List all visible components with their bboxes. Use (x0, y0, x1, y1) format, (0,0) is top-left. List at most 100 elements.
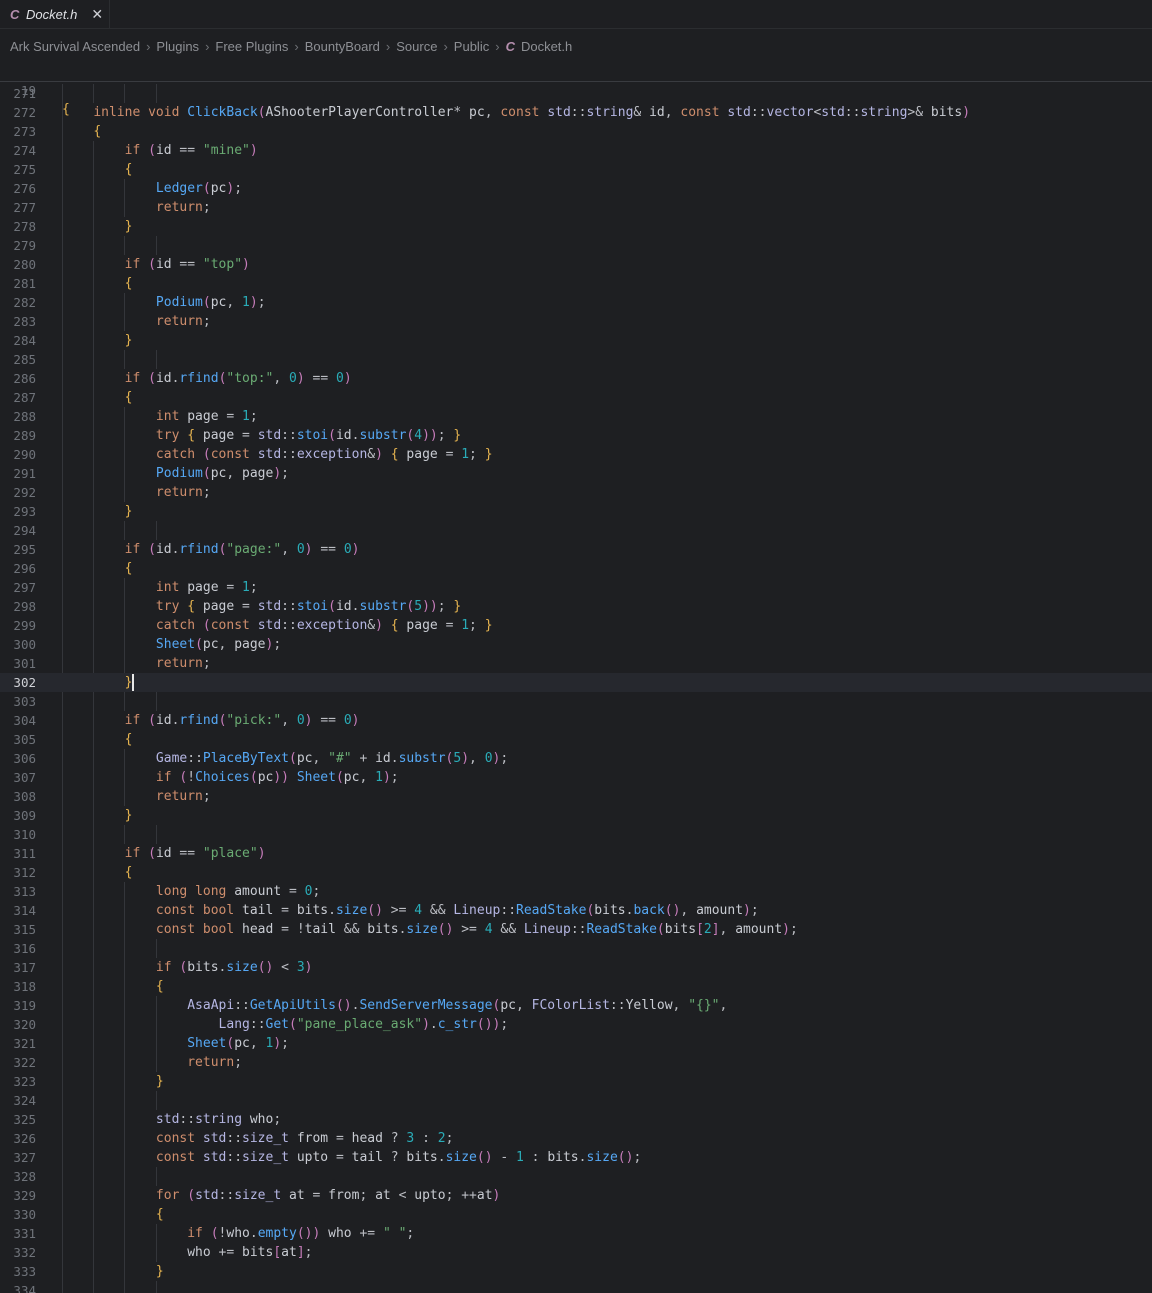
code-line[interactable]: 282 Podium(pc, 1); (0, 293, 1152, 312)
breadcrumb-file[interactable]: Docket.h (521, 39, 572, 54)
code-line[interactable]: 317 if (bits.size() < 3) (0, 958, 1152, 977)
code-line[interactable]: 280 if (id == "top") (0, 255, 1152, 274)
code-line[interactable]: 309 } (0, 806, 1152, 825)
code-line[interactable]: 271 (0, 84, 1152, 103)
code-line[interactable]: 289 try { page = std::stoi(id.substr(4))… (0, 426, 1152, 445)
code-line[interactable]: 318 { (0, 977, 1152, 996)
code-line[interactable]: 315 const bool head = !tail && bits.size… (0, 920, 1152, 939)
code-line[interactable]: 302 } (0, 673, 1152, 692)
code-line[interactable]: 291 Podium(pc, page); (0, 464, 1152, 483)
tab-docket-h[interactable]: C Docket.h ✕ (0, 0, 110, 28)
code-line[interactable]: 321 Sheet(pc, 1); (0, 1034, 1152, 1053)
code-line[interactable]: 324 (0, 1091, 1152, 1110)
line-number: 334 (13, 1283, 36, 1293)
code-line[interactable]: 299 catch (const std::exception&) { page… (0, 616, 1152, 635)
code-line[interactable]: 313 long long amount = 0; (0, 882, 1152, 901)
code-line[interactable]: 334 (0, 1281, 1152, 1293)
breadcrumb-item[interactable]: Free Plugins (215, 39, 288, 54)
code-line[interactable]: 298 try { page = std::stoi(id.substr(5))… (0, 597, 1152, 616)
code-line[interactable]: 316 (0, 939, 1152, 958)
line-number: 318 (13, 979, 36, 994)
line-number: 324 (13, 1093, 36, 1108)
line-number: 292 (13, 485, 36, 500)
code-line[interactable]: 279 (0, 236, 1152, 255)
line-number: 293 (13, 504, 36, 519)
code-text: { (93, 124, 102, 139)
code-line[interactable]: 284 } (0, 331, 1152, 350)
code-line[interactable]: 288 int page = 1; (0, 407, 1152, 426)
line-number: 329 (13, 1188, 36, 1203)
code-line[interactable]: 290 catch (const std::exception&) { page… (0, 445, 1152, 464)
line-number: 308 (13, 789, 36, 804)
code-line[interactable]: 306 Game::PlaceByText(pc, "#" + id.subst… (0, 749, 1152, 768)
code-line[interactable]: 301 return; (0, 654, 1152, 673)
code-line[interactable]: 325 std::string who; (0, 1110, 1152, 1129)
code-line[interactable]: 303 (0, 692, 1152, 711)
code-line[interactable]: 297 int page = 1; (0, 578, 1152, 597)
code-text: std::string who; (155, 1112, 282, 1127)
code-line[interactable]: 307 if (!Choices(pc)) Sheet(pc, 1); (0, 768, 1152, 787)
breadcrumb-item[interactable]: Ark Survival Ascended (10, 39, 140, 54)
code-editor[interactable]: 271 272 inline void ClickBack(AShooterPla… (0, 62, 1152, 1293)
code-line[interactable]: 311 if (id == "place") (0, 844, 1152, 863)
breadcrumb-item[interactable]: Public (454, 39, 489, 54)
code-text: const std::size_t upto = tail ? bits.siz… (155, 1150, 642, 1165)
code-line[interactable]: 295 if (id.rfind("page:", 0) == 0) (0, 540, 1152, 559)
code-line[interactable]: 328 (0, 1167, 1152, 1186)
code-line[interactable]: 332 who += bits[at]; (0, 1243, 1152, 1262)
breadcrumb-item[interactable]: BountyBoard (305, 39, 380, 54)
sticky-scroll-line[interactable]: 19 { (0, 62, 1152, 117)
line-number: 327 (13, 1150, 36, 1165)
code-text: { (124, 276, 133, 291)
code-line[interactable]: 312 { (0, 863, 1152, 882)
breadcrumb-item[interactable]: Source (396, 39, 437, 54)
line-number: 315 (13, 922, 36, 937)
code-line[interactable]: 305 { (0, 730, 1152, 749)
code-text: if (id == "top") (124, 257, 250, 272)
code-line[interactable]: 273 { (0, 122, 1152, 141)
code-line[interactable]: 329 for (std::size_t at = from; at < upt… (0, 1186, 1152, 1205)
line-number: 274 (13, 143, 36, 158)
breadcrumb-item[interactable]: Plugins (156, 39, 199, 54)
code-line[interactable]: 320 Lang::Get("pane_place_ask").c_str())… (0, 1015, 1152, 1034)
code-text: return; (155, 314, 211, 329)
code-line[interactable]: 319 AsaApi::GetApiUtils().SendServerMess… (0, 996, 1152, 1015)
chevron-right-icon: › (495, 38, 500, 54)
code-line[interactable]: 278 } (0, 217, 1152, 236)
line-number: 328 (13, 1169, 36, 1184)
code-line[interactable]: 285 (0, 350, 1152, 369)
code-line[interactable]: 293 } (0, 502, 1152, 521)
code-line[interactable]: 308 return; (0, 787, 1152, 806)
line-number: 282 (13, 295, 36, 310)
code-line[interactable]: 275 { (0, 160, 1152, 179)
line-number: 279 (13, 238, 36, 253)
code-line[interactable]: 304 if (id.rfind("pick:", 0) == 0) (0, 711, 1152, 730)
code-line[interactable]: 322 return; (0, 1053, 1152, 1072)
code-line[interactable]: 300 Sheet(pc, page); (0, 635, 1152, 654)
code-line[interactable]: 333 } (0, 1262, 1152, 1281)
code-line[interactable]: 277 return; (0, 198, 1152, 217)
code-line[interactable]: 283 return; (0, 312, 1152, 331)
code-line[interactable]: 286 if (id.rfind("top:", 0) == 0) (0, 369, 1152, 388)
code-line[interactable]: 310 (0, 825, 1152, 844)
code-line[interactable]: 330 { (0, 1205, 1152, 1224)
breadcrumb: Ark Survival Ascended › Plugins › Free P… (0, 30, 1152, 62)
code-line[interactable]: 292 return; (0, 483, 1152, 502)
code-text: { (155, 1207, 164, 1222)
code-line[interactable]: 294 (0, 521, 1152, 540)
chevron-right-icon: › (205, 38, 210, 54)
code-line[interactable]: 331 if (!who.empty()) who += " "; (0, 1224, 1152, 1243)
code-line[interactable]: 326 const std::size_t from = head ? 3 : … (0, 1129, 1152, 1148)
code-line[interactable]: 314 const bool tail = bits.size() >= 4 &… (0, 901, 1152, 920)
line-number: 319 (13, 998, 36, 1013)
code-line[interactable]: 274 if (id == "mine") (0, 141, 1152, 160)
code-line[interactable]: 327 const std::size_t upto = tail ? bits… (0, 1148, 1152, 1167)
close-icon[interactable]: ✕ (91, 6, 103, 23)
line-number: 311 (13, 846, 36, 861)
code-line[interactable]: 296 { (0, 559, 1152, 578)
code-line[interactable]: 281 { (0, 274, 1152, 293)
code-line[interactable]: 287 { (0, 388, 1152, 407)
code-line[interactable]: 272 inline void ClickBack(AShooterPlayer… (0, 103, 1152, 122)
code-line[interactable]: 276 Ledger(pc); (0, 179, 1152, 198)
code-line[interactable]: 323 } (0, 1072, 1152, 1091)
